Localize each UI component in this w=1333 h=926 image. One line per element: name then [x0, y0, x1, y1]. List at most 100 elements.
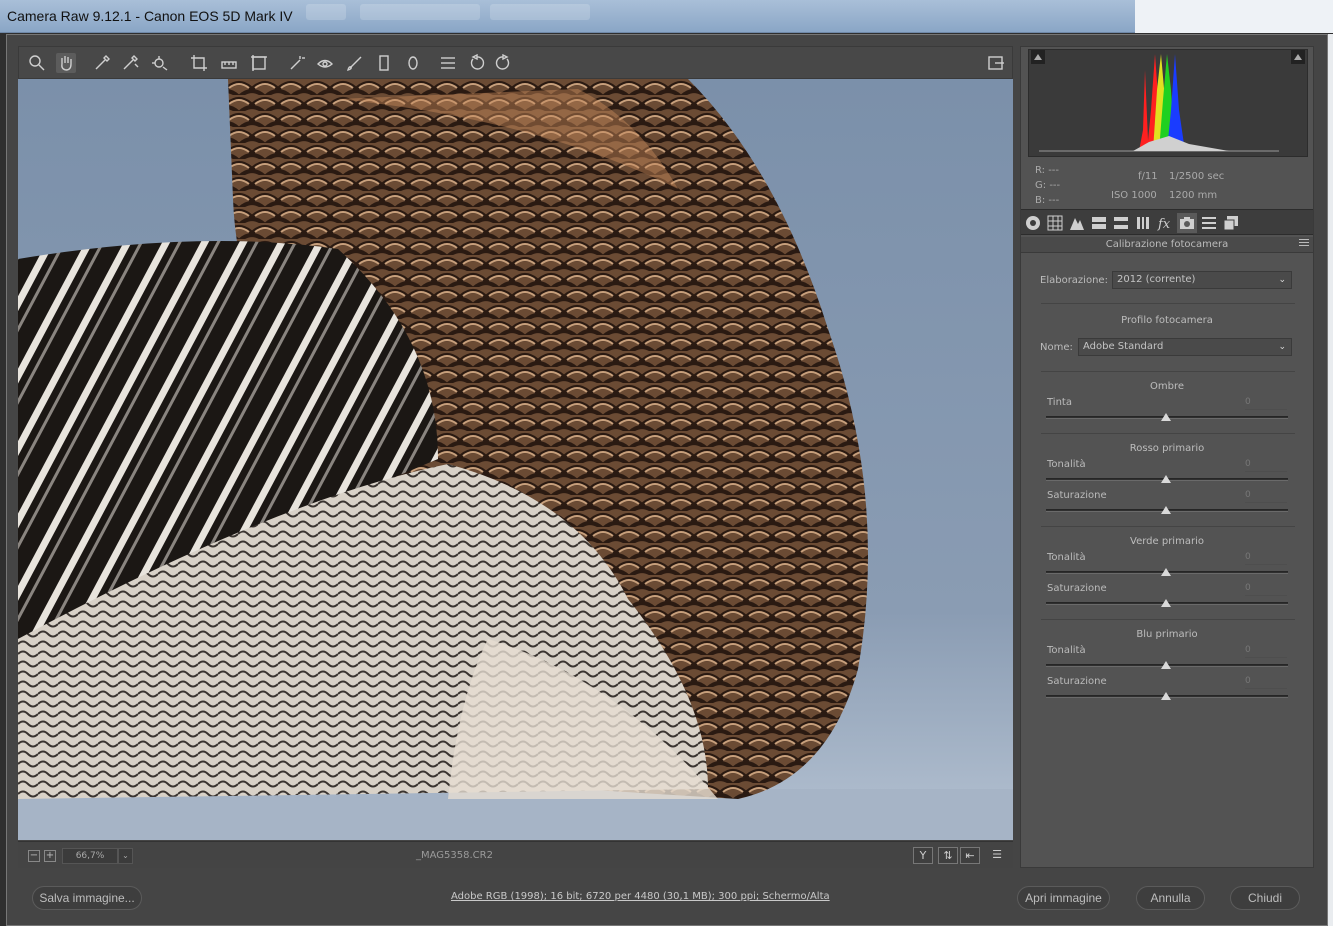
shadow-clipping-warning-icon[interactable]: [1031, 50, 1045, 64]
red-saturation-label: Saturazione: [1047, 490, 1107, 501]
toggle-settings-icon[interactable]: ☰: [987, 847, 1007, 864]
adjustments-panel: R: --- G: --- B: --- f/11 1/2500 sec ISO …: [1020, 46, 1314, 868]
detail-tab-icon[interactable]: [1067, 213, 1087, 233]
g-label: G:: [1035, 180, 1047, 191]
red-hue-value[interactable]: 0: [1245, 459, 1287, 472]
background-window-edge: [1328, 34, 1333, 926]
copy-settings-button[interactable]: ⇤: [960, 847, 980, 864]
blue-saturation-label: Saturazione: [1047, 676, 1107, 687]
green-saturation-slider-handle[interactable]: [1161, 599, 1171, 607]
red-eye-icon[interactable]: [315, 53, 335, 73]
divider: [1041, 433, 1295, 434]
presets-tab-icon[interactable]: [1199, 213, 1219, 233]
rgb-readout: R: --- G: --- B: ---: [1035, 163, 1060, 208]
title-bar: Camera Raw 9.12.1 - Canon EOS 5D Mark IV: [0, 0, 1333, 33]
close-button[interactable]: Chiudi: [1230, 886, 1300, 910]
camera-info: f/11 1/2500 sec ISO 1000 1200 mm: [1111, 167, 1249, 205]
cancel-button[interactable]: Annulla: [1136, 886, 1205, 910]
zoom-in-button[interactable]: +: [44, 850, 56, 862]
hsl-tab-icon[interactable]: [1089, 213, 1109, 233]
red-hue-label: Tonalità: [1047, 459, 1086, 470]
image-preview[interactable]: [18, 79, 1013, 840]
histogram-graph: [1039, 54, 1279, 152]
effects-tab-icon[interactable]: fx: [1155, 213, 1175, 233]
background-tab-ghost: [360, 4, 480, 20]
divider: [1041, 526, 1295, 527]
red-saturation-value[interactable]: 0: [1245, 490, 1287, 503]
background-window: [1135, 0, 1333, 33]
tool-bar: [18, 46, 1013, 79]
zoom-out-button[interactable]: −: [28, 850, 40, 862]
chevron-down-icon: ⌄: [1278, 275, 1286, 285]
save-image-button[interactable]: Salva immagine...: [32, 886, 142, 910]
shadows-tint-label: Tinta: [1047, 397, 1072, 408]
zoom-dropdown-chevron-icon[interactable]: ⌄: [118, 848, 133, 864]
profile-name-dropdown[interactable]: Adobe Standard ⌄: [1078, 338, 1292, 356]
before-after-view-button[interactable]: Y: [913, 847, 933, 864]
green-hue-value[interactable]: 0: [1245, 552, 1287, 565]
background-tab-ghost: [306, 4, 346, 20]
b-label: B:: [1035, 195, 1046, 206]
preview-status-bar: − + 66,7% ⌄ _MAG5358.CR2 Y ⇅ ⇤ ☰: [18, 841, 1013, 868]
process-version-value: 2012 (corrente): [1117, 274, 1196, 285]
swap-settings-button[interactable]: ⇅: [938, 847, 958, 864]
blue-saturation-slider-handle[interactable]: [1161, 692, 1171, 700]
camera-calibration-tab-icon[interactable]: [1177, 213, 1197, 233]
histogram: [1028, 49, 1308, 157]
open-image-button[interactable]: Apri immagine: [1017, 886, 1110, 910]
panel-menu-icon[interactable]: [1299, 239, 1309, 249]
color-sampler-icon[interactable]: [120, 53, 140, 73]
blue-saturation-value[interactable]: 0: [1245, 676, 1287, 689]
basic-tab-icon[interactable]: [1023, 213, 1043, 233]
graduated-filter-icon[interactable]: [374, 53, 394, 73]
red-hue-slider-handle[interactable]: [1161, 475, 1171, 483]
green-hue-label: Tonalità: [1047, 552, 1086, 563]
process-label: Elaborazione:: [1040, 275, 1108, 286]
rotate-left-icon[interactable]: [467, 53, 487, 73]
lens-corrections-tab-icon[interactable]: [1133, 213, 1153, 233]
green-primary-section-title: Verde primario: [1130, 536, 1204, 547]
shadows-tint-slider-handle[interactable]: [1161, 413, 1171, 421]
snapshots-tab-icon[interactable]: [1221, 213, 1241, 233]
split-toning-tab-icon[interactable]: [1111, 213, 1131, 233]
crop-tool-icon[interactable]: [189, 53, 209, 73]
profile-name-value: Adobe Standard: [1083, 341, 1164, 352]
svg-text:fx: fx: [1157, 217, 1171, 231]
duck-photo: [18, 79, 1013, 840]
blue-hue-slider-handle[interactable]: [1161, 661, 1171, 669]
zoom-tool-icon[interactable]: [27, 53, 47, 73]
process-version-dropdown[interactable]: 2012 (corrente) ⌄: [1112, 271, 1292, 289]
toggle-fullscreen-icon[interactable]: [986, 53, 1006, 73]
shadows-section-title: Ombre: [1149, 381, 1184, 392]
shadows-tint-value[interactable]: 0: [1245, 397, 1287, 410]
highlight-clipping-warning-icon[interactable]: [1291, 50, 1305, 64]
panel-title: Calibrazione fotocamera: [1021, 237, 1313, 253]
focal-length: 1200 mm: [1169, 190, 1218, 201]
green-saturation-value[interactable]: 0: [1245, 583, 1287, 596]
targeted-adjustment-icon[interactable]: [150, 53, 170, 73]
divider: [1041, 303, 1295, 304]
green-hue-slider-handle[interactable]: [1161, 568, 1171, 576]
workflow-options-link[interactable]: Adobe RGB (1998); 16 bit; 6720 per 4480 …: [451, 891, 830, 902]
hand-tool-icon[interactable]: [56, 53, 76, 73]
spot-removal-icon[interactable]: [287, 53, 307, 73]
background-tab-ghost: [490, 4, 590, 20]
file-name: _MAG5358.CR2: [416, 850, 493, 861]
rotate-right-icon[interactable]: [493, 53, 513, 73]
zoom-level-field[interactable]: 66,7%: [62, 848, 118, 864]
green-saturation-label: Saturazione: [1047, 583, 1107, 594]
chevron-down-icon: ⌄: [1278, 342, 1286, 352]
preferences-icon[interactable]: [438, 53, 458, 73]
tone-curve-tab-icon[interactable]: [1045, 213, 1065, 233]
white-balance-icon[interactable]: [92, 53, 112, 73]
r-label: R:: [1035, 165, 1046, 176]
b-value: ---: [1048, 195, 1060, 206]
blue-hue-value[interactable]: 0: [1245, 645, 1287, 658]
aperture: f/11: [1138, 171, 1158, 182]
adjustment-brush-icon[interactable]: [345, 53, 365, 73]
straighten-tool-icon[interactable]: [219, 53, 239, 73]
radial-filter-icon[interactable]: [403, 53, 423, 73]
blue-hue-label: Tonalità: [1047, 645, 1086, 656]
red-saturation-slider-handle[interactable]: [1161, 506, 1171, 514]
transform-tool-icon[interactable]: [249, 53, 269, 73]
